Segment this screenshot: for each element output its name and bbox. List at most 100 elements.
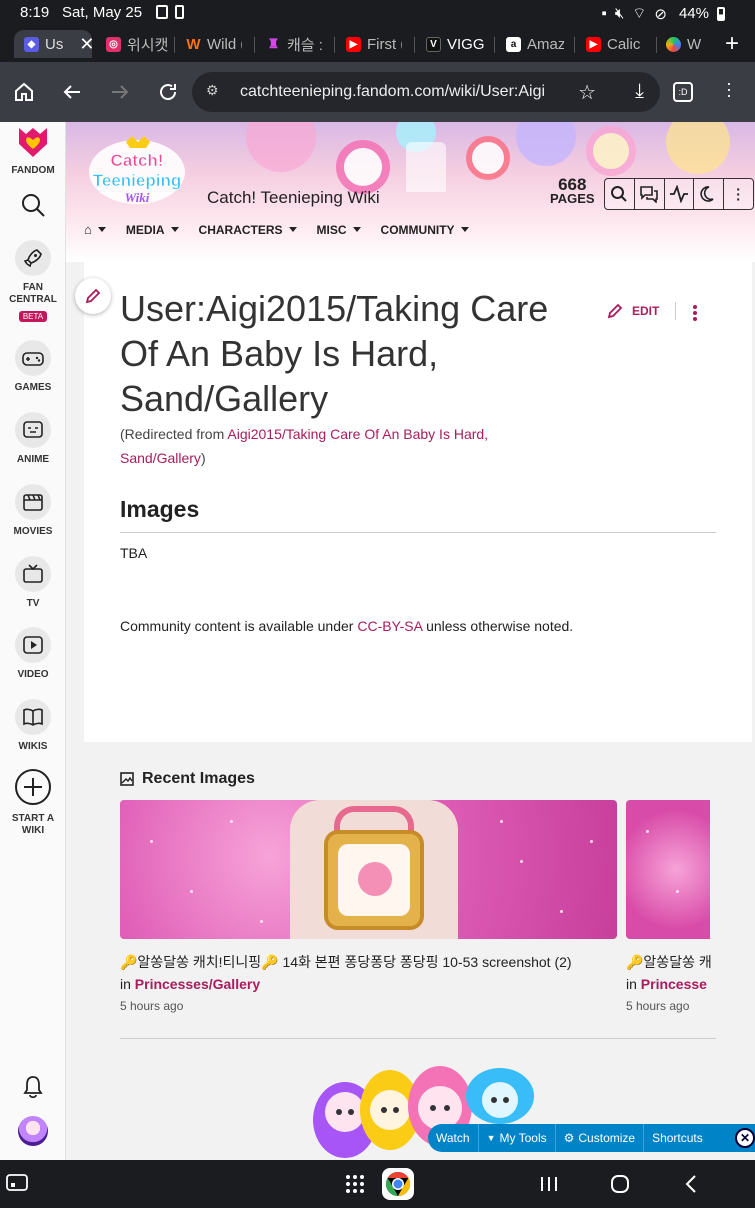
notifications-button[interactable] — [0, 1074, 66, 1105]
tab-item[interactable]: ♜ 캐슬 : — [266, 30, 322, 58]
watch-button[interactable]: Watch — [428, 1124, 479, 1152]
close-toolbar-icon[interactable]: ✕ — [735, 1128, 755, 1148]
home-icon[interactable] — [12, 80, 36, 104]
pages-counter: 668 PAGES — [550, 176, 595, 206]
status-right: ▪ 🔇︎ ⌔ ⊘ 44% — [602, 4, 725, 23]
tab-item[interactable]: W — [666, 30, 706, 58]
customize-label: Customize — [578, 1131, 636, 1145]
start-wiki-label: START A WIKI — [11, 813, 55, 836]
browser-menu-icon[interactable]: · · · — [726, 74, 732, 104]
url-text: catchteenieping.fandom.com/wiki/User:Aig… — [240, 83, 546, 100]
more-vertical-icon — [693, 305, 697, 321]
image-timestamp: 5 hours ago — [120, 999, 184, 1013]
wikis-link[interactable]: WIKIS — [0, 699, 66, 753]
chrome-app-icon[interactable] — [382, 1168, 414, 1205]
tv-link[interactable]: TV — [0, 556, 66, 610]
theme-toggle-button[interactable] — [694, 179, 725, 209]
wiki-header: Catch! Teenieping Wiki Catch! Teenieping… — [66, 122, 755, 262]
beta-badge: BETA — [18, 311, 48, 322]
discussions-button[interactable] — [635, 179, 665, 209]
nav-label: COMMUNITY — [380, 222, 455, 237]
customize-button[interactable]: ⚙ Customize — [556, 1124, 645, 1152]
shortcuts-button[interactable]: Shortcuts — [644, 1124, 711, 1152]
fan-central-label: FAN CENTRAL — [9, 282, 57, 305]
site-settings-icon[interactable]: ⚙ — [206, 82, 226, 102]
tab-label: 위시캣 — [127, 36, 168, 54]
rocket-icon — [15, 240, 51, 276]
redirect-notice: (Redirected from Aigi2015/Taking Care Of… — [120, 422, 540, 470]
my-tools-button[interactable]: ▼ My Tools — [479, 1124, 556, 1152]
shortcuts-label: Shortcuts — [652, 1131, 703, 1145]
apps-grid-icon[interactable] — [345, 1174, 365, 1199]
wiki-logo-image: Catch! Teenieping Wiki — [89, 136, 185, 205]
tab-item[interactable]: a Amaz — [506, 30, 564, 58]
castle-icon: ♜ — [267, 36, 280, 51]
tab-item[interactable]: ◎ 위시캣 — [106, 30, 168, 58]
tab-label: Us — [45, 35, 64, 53]
bell-icon — [23, 1076, 43, 1099]
image-icon — [120, 772, 134, 786]
image-location-link[interactable]: Princesse — [641, 976, 707, 992]
tab-item[interactable]: V VIGGI — [426, 30, 484, 58]
fan-central-link[interactable]: FAN CENTRAL BETA — [0, 240, 66, 324]
star-icon[interactable]: ☆ — [578, 80, 596, 105]
tab-switcher-button[interactable]: :D — [673, 82, 693, 102]
movies-link[interactable]: MOVIES — [0, 484, 66, 538]
forward-icon[interactable] — [108, 80, 132, 104]
tab-item[interactable]: ◆ Us ✕ — [14, 30, 92, 58]
locket-bag-image — [290, 800, 458, 939]
image-caption[interactable]: 🔑알쏭달쏭 캐치 — [626, 952, 712, 972]
games-link[interactable]: GAMES — [0, 340, 66, 394]
back-icon[interactable] — [60, 80, 84, 104]
anime-link[interactable]: ANIME — [0, 412, 66, 466]
avatar — [18, 1116, 48, 1146]
redirect-prefix: (Redirected from — [120, 426, 228, 442]
tab-strip: ◆ Us ✕ ◎ 위시캣 W Wild ( ♜ 캐슬 : ▶ First ( V VIGG… — [0, 26, 755, 62]
tab-item[interactable]: W Wild ( — [186, 30, 242, 58]
wiki-name[interactable]: Catch! Teenieping Wiki — [207, 188, 380, 208]
url-field[interactable]: ⚙ catchteenieping.fandom.com/wiki/User:A… — [192, 72, 660, 112]
back-nav-icon[interactable] — [684, 1174, 698, 1199]
download-icon[interactable]: ⤓ — [635, 80, 644, 103]
wiki-home-menu[interactable]: ⌂ — [84, 222, 106, 237]
watch-label: Watch — [436, 1131, 470, 1145]
start-wiki-link[interactable]: START A WIKI — [0, 768, 66, 837]
nav-characters[interactable]: CHARACTERS — [199, 222, 297, 237]
fandom-home-link[interactable]: FANDOM — [0, 126, 66, 177]
new-tab-button[interactable]: + — [725, 30, 739, 58]
v-icon: V — [426, 36, 441, 52]
recents-icon[interactable] — [540, 1174, 558, 1199]
wiki-home-icon: ⌂ — [84, 222, 92, 237]
wiki-search-button[interactable] — [605, 179, 635, 209]
user-avatar[interactable] — [0, 1116, 66, 1146]
wiki-logo[interactable]: Catch! Teenieping Wiki — [86, 136, 188, 208]
edit-button[interactable]: EDIT — [606, 302, 659, 320]
video-link[interactable]: VIDEO — [0, 627, 66, 681]
nav-media[interactable]: MEDIA — [126, 222, 179, 237]
tab-item[interactable]: ▶ Calic — [586, 30, 644, 58]
recent-image-thumbnail[interactable] — [120, 800, 617, 939]
nav-misc[interactable]: MISC — [317, 222, 361, 237]
section-heading: Images — [120, 496, 200, 522]
taskbar-toggle-icon[interactable] — [6, 1174, 28, 1199]
home-nav-icon[interactable] — [610, 1174, 630, 1199]
page-actions-button[interactable] — [692, 304, 698, 327]
video-label: VIDEO — [17, 669, 49, 680]
reload-icon[interactable] — [156, 80, 180, 104]
wikis-label: WIKIS — [18, 741, 48, 752]
wiki-more-button[interactable]: · · · — [724, 179, 753, 209]
recent-image-thumbnail[interactable] — [626, 800, 710, 939]
license-link[interactable]: CC-BY-SA — [357, 618, 422, 634]
close-tab-icon[interactable]: ✕ — [79, 34, 92, 55]
quick-edit-button[interactable] — [75, 278, 111, 314]
instagram-icon: ◎ — [106, 36, 121, 52]
tab-label: Calic — [607, 35, 641, 53]
chevron-down-icon — [352, 227, 361, 232]
tab-item[interactable]: ▶ First ( — [346, 30, 402, 58]
recent-changes-button[interactable] — [665, 179, 695, 209]
image-caption[interactable]: 🔑알쏭달쏭 캐치!티니핑🔑 14화 본편 퐁당퐁당 퐁당핑 10-53 scre… — [120, 952, 616, 972]
search-button[interactable] — [0, 192, 66, 223]
nav-community[interactable]: COMMUNITY — [381, 222, 469, 237]
image-location-link[interactable]: Princesses/Gallery — [135, 976, 260, 992]
nav-label: MEDIA — [125, 222, 165, 237]
